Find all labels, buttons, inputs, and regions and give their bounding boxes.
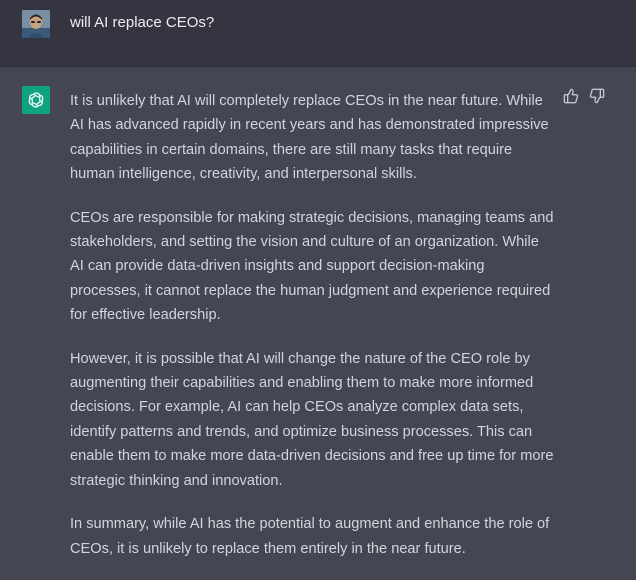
user-message-text: will AI replace CEOs? — [70, 14, 215, 31]
answer-paragraph: CEOs are responsible for making strategi… — [70, 209, 554, 324]
thumbs-down-icon[interactable] — [588, 87, 606, 105]
answer-paragraph: It is unlikely that AI will completely r… — [70, 93, 549, 183]
assistant-answer: It is unlikely that AI will completely r… — [70, 89, 554, 580]
answer-paragraph: In summary, while AI has the potential t… — [70, 516, 550, 557]
user-avatar-image — [22, 10, 50, 38]
user-message-row: will AI replace CEOs? — [0, 0, 636, 67]
user-avatar — [22, 10, 50, 38]
openai-logo-icon — [22, 86, 50, 114]
thumbs-up-icon[interactable] — [562, 87, 580, 105]
answer-paragraph: However, it is possible that AI will cha… — [70, 350, 554, 489]
feedback-controls — [562, 87, 606, 105]
assistant-message-row: It is unlikely that AI will completely r… — [0, 67, 636, 569]
